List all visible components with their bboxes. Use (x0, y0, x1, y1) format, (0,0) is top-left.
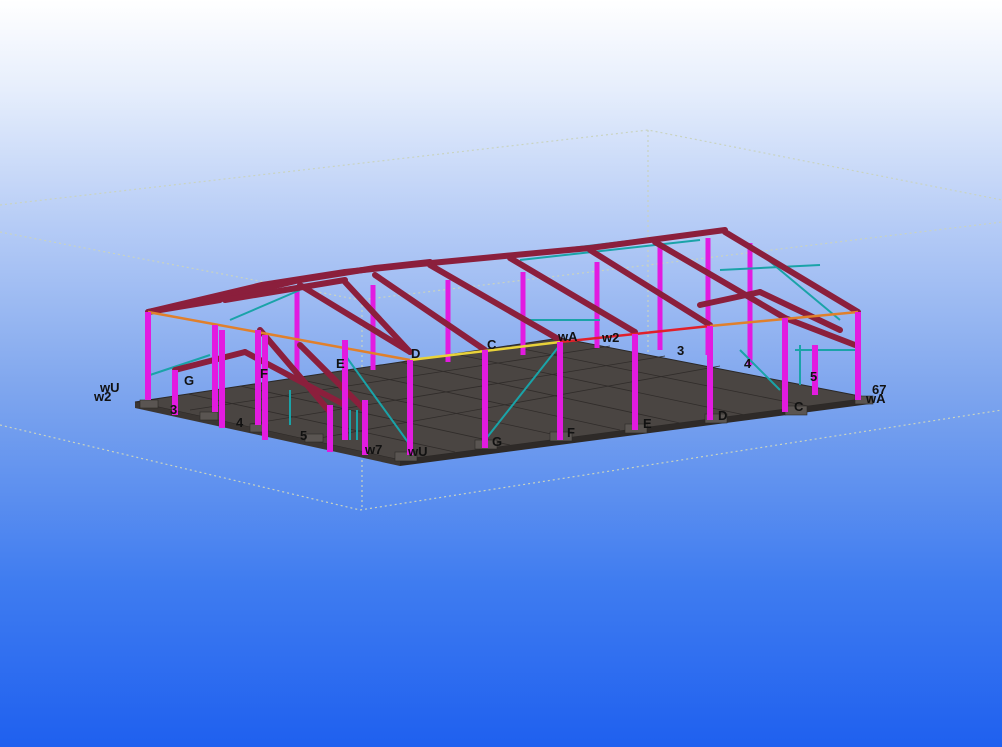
grid-label-G-left: G (184, 373, 194, 388)
grid-label-D-left: D (411, 346, 420, 361)
grid-label-E-front: E (643, 416, 652, 431)
grid-label-F-front: F (567, 425, 575, 440)
grid-label-wA-back: wA (557, 329, 578, 344)
grid-label-w2-left: w2 (93, 389, 111, 404)
grid-label-4-back: 4 (744, 356, 752, 371)
grid-label-F-left: F (260, 366, 268, 381)
grid-label-wA-right: wA (865, 391, 886, 406)
grid-label-3-left: 3 (170, 402, 177, 417)
structure-3d-view[interactable]: G F E D 3 4 5 wU w2 w7 wU G F E D C C wA… (0, 0, 1002, 747)
grid-label-5-back: 5 (810, 369, 817, 384)
grid-label-D-front: D (718, 408, 727, 423)
floor-slab (134, 337, 874, 466)
grid-label-4-left: 4 (236, 415, 244, 430)
grid-label-wU-front: wU (407, 444, 428, 459)
grid-label-C-front: C (794, 399, 804, 414)
grid-label-3-back: 3 (677, 343, 684, 358)
grid-label-w2-back: w2 (601, 330, 619, 345)
grid-label-C-back: C (487, 337, 497, 352)
model-viewport[interactable]: G F E D 3 4 5 wU w2 w7 wU G F E D C C wA… (0, 0, 1002, 747)
grid-label-E-left: E (336, 356, 345, 371)
grid-label-5-left: 5 (300, 428, 307, 443)
grid-label-w7-front: w7 (364, 442, 382, 457)
grid-label-G-front: G (492, 434, 502, 449)
